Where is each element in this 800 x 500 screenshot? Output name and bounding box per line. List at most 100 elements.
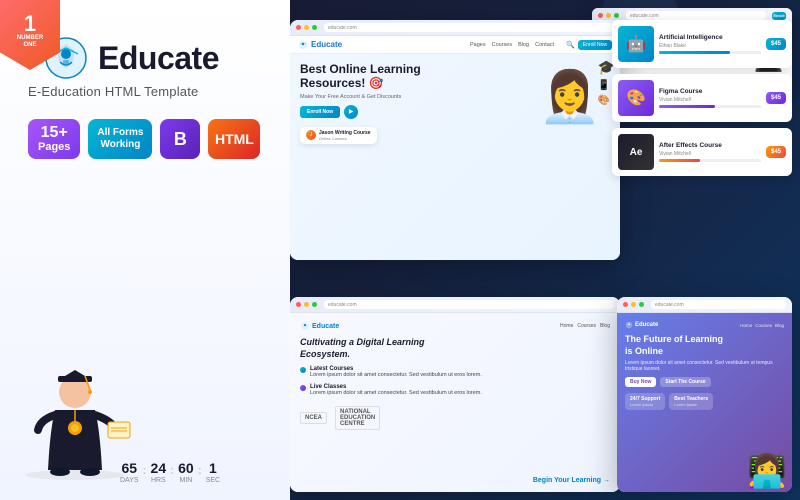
partner-logos: NCEA NATIONALEDUCATIONCENTRE [300, 406, 610, 430]
figma-title: Figma Course [659, 88, 761, 96]
main-browser-bar: educate.com [290, 20, 620, 36]
brand-name: Educate [98, 40, 219, 77]
latest-dot [300, 367, 306, 373]
br-stat-teachers: Best Teachers Lorem ipsum [669, 393, 713, 410]
bl-nav-courses: Courses [577, 323, 596, 329]
br-stat-support: 24/7 Support Lorem ipsum [625, 393, 665, 410]
stats-row: 65 Days : 24 Hrs : 60 Min : 1 Sec [120, 460, 270, 484]
preview-main: educate.com Educate Pages Courses Blog C… [290, 20, 620, 260]
minutes-number: 60 [178, 460, 194, 476]
stat-minutes: 60 Min [178, 460, 194, 484]
main-site-nav: Educate Pages Courses Blog Contact 🔍 Enr… [290, 36, 620, 54]
stat-days: 65 Days [120, 460, 139, 484]
main-dot-minimize [304, 25, 309, 30]
br-subtitle: Lorem ipsum dolor sit amet consectetur. … [625, 360, 784, 372]
br-nav-logo: Educate [625, 321, 658, 329]
course-card-ai: 🤖 Artificial Intelligence Ethan Blake $4… [612, 20, 792, 68]
stat-seconds: 1 Sec [206, 460, 220, 484]
br-teachers-desc: Lorem ipsum [674, 402, 708, 407]
hours-label: Hrs [151, 477, 166, 484]
ai-progress-bar [659, 51, 761, 54]
br-buttons: Buy Now Start The Course [625, 377, 784, 387]
ae-price[interactable]: $45 [766, 146, 786, 158]
bl-nav-links: Home Courses Blog [560, 323, 610, 329]
pages-count: 15+ [41, 125, 68, 141]
main-browser-url: educate.com [324, 23, 614, 32]
bl-dot-minimize [304, 302, 309, 307]
days-label: Days [120, 477, 139, 484]
br-browser-url: educate.com [651, 300, 786, 309]
ai-author: Ethan Blake [659, 43, 761, 49]
figma-author: Vivian Mitchell [659, 97, 761, 103]
browser-url: educate.com [626, 11, 766, 20]
br-start-btn[interactable]: Start The Course [660, 377, 710, 387]
br-buy-btn[interactable]: Buy Now [625, 377, 656, 387]
br-dot-close [623, 302, 628, 307]
partner-national: NATIONALEDUCATIONCENTRE [335, 406, 380, 430]
figma-info: Figma Course Vivian Mitchell [659, 88, 761, 109]
figma-progress-fill [659, 105, 715, 108]
br-support-desc: Lorem ipsum [630, 402, 660, 407]
ai-price[interactable]: $45 [766, 38, 786, 50]
bl-brand: Educate [312, 323, 339, 330]
preview-bottom-right: educate.com Educate Home Courses [617, 297, 792, 492]
main-enroll-btn[interactable]: Enroll Now [578, 40, 612, 50]
ae-progress-fill [659, 159, 700, 162]
brand-section: Educate [44, 36, 262, 80]
bottom-left-content: Educate Home Courses Blog Cultivating a … [290, 313, 620, 492]
bootstrap-badge: B [160, 119, 200, 159]
forms-badge: All FormsWorking [88, 119, 152, 159]
partner-ncea: NCEA [300, 412, 327, 424]
br-nav-courses: Courses [755, 323, 772, 328]
bottom-left-title: Cultivating a Digital LearningEcosystem. [300, 337, 610, 360]
jason-badge: J Jason Writing Course Online Courses [300, 127, 377, 144]
pages-badge: 15+ Pages [28, 119, 80, 159]
figma-price[interactable]: $45 [766, 92, 786, 104]
badge-number: 1 [24, 13, 36, 35]
main-nav-logo: Educate [298, 40, 342, 50]
hours-number: 24 [151, 460, 167, 476]
feature-badges: 15+ Pages All FormsWorking B HTML [28, 119, 262, 159]
course-card-figma: 🎨 Figma Course Vivian Mitchell $45 [612, 74, 792, 122]
brand-tagline: E-Education HTML Template [28, 84, 262, 99]
main-hero-btns: Enroll Now ▶ [300, 105, 530, 119]
bl-nav-logo: Educate [300, 321, 339, 331]
bottom-feature-latest: Latest Courses Lorem ipsum dolor sit ame… [300, 366, 610, 380]
ae-progress-bar [659, 159, 761, 162]
main-nav-blog: Blog [518, 42, 529, 48]
pages-label: Pages [38, 141, 70, 153]
bl-browser-url: educate.com [324, 300, 614, 309]
br-title: The Future of Learningis Online [625, 334, 784, 357]
bl-dot-maximize [312, 302, 317, 307]
main-hero-title: Best Online LearningResources! 🎯 [300, 62, 530, 91]
br-dot-minimize [631, 302, 636, 307]
left-panel: 1 NUMBERONE Educate E-Education HTML Tem… [0, 0, 290, 500]
ae-title: After Effects Course [659, 142, 761, 150]
dot-maximize [614, 13, 619, 18]
stat-hours: 24 Hrs [151, 460, 167, 484]
bl-dot-close [296, 302, 301, 307]
bottom-feature-live: Live Classes Lorem ipsum dolor sit amet … [300, 384, 610, 398]
play-btn[interactable]: ▶ [344, 105, 358, 119]
br-dot-maximize [639, 302, 644, 307]
separator-2: : [168, 463, 176, 477]
latest-desc: Lorem ipsum dolor sit amet consectetur. … [310, 372, 482, 380]
figma-thumb: 🎨 [618, 80, 654, 116]
bl-nav-blog: Blog [600, 323, 610, 329]
main-dot-maximize [312, 25, 317, 30]
ai-thumb: 🤖 [618, 26, 654, 62]
main-hero-text: Best Online LearningResources! 🎯 Make Yo… [300, 62, 530, 252]
bootstrap-label: B [174, 129, 187, 150]
days-number: 65 [121, 460, 137, 476]
ai-title: Artificial Intelligence [659, 34, 761, 42]
ae-thumb: Ae [618, 134, 654, 170]
main-nav-pages: Pages [470, 42, 486, 48]
enroll-btn-small: Enroll [772, 12, 786, 20]
main-enroll-hero-btn[interactable]: Enroll Now [300, 106, 340, 118]
dot-close [598, 13, 603, 18]
html-label: HTML [215, 131, 254, 147]
main-container: 1 NUMBERONE Educate E-Education HTML Tem… [0, 0, 800, 500]
main-nav-actions: 🔍 Enroll Now [566, 40, 612, 50]
bottom-cta: Begin Your Learning → [533, 477, 610, 484]
br-person: 👩‍💻 [747, 455, 787, 487]
